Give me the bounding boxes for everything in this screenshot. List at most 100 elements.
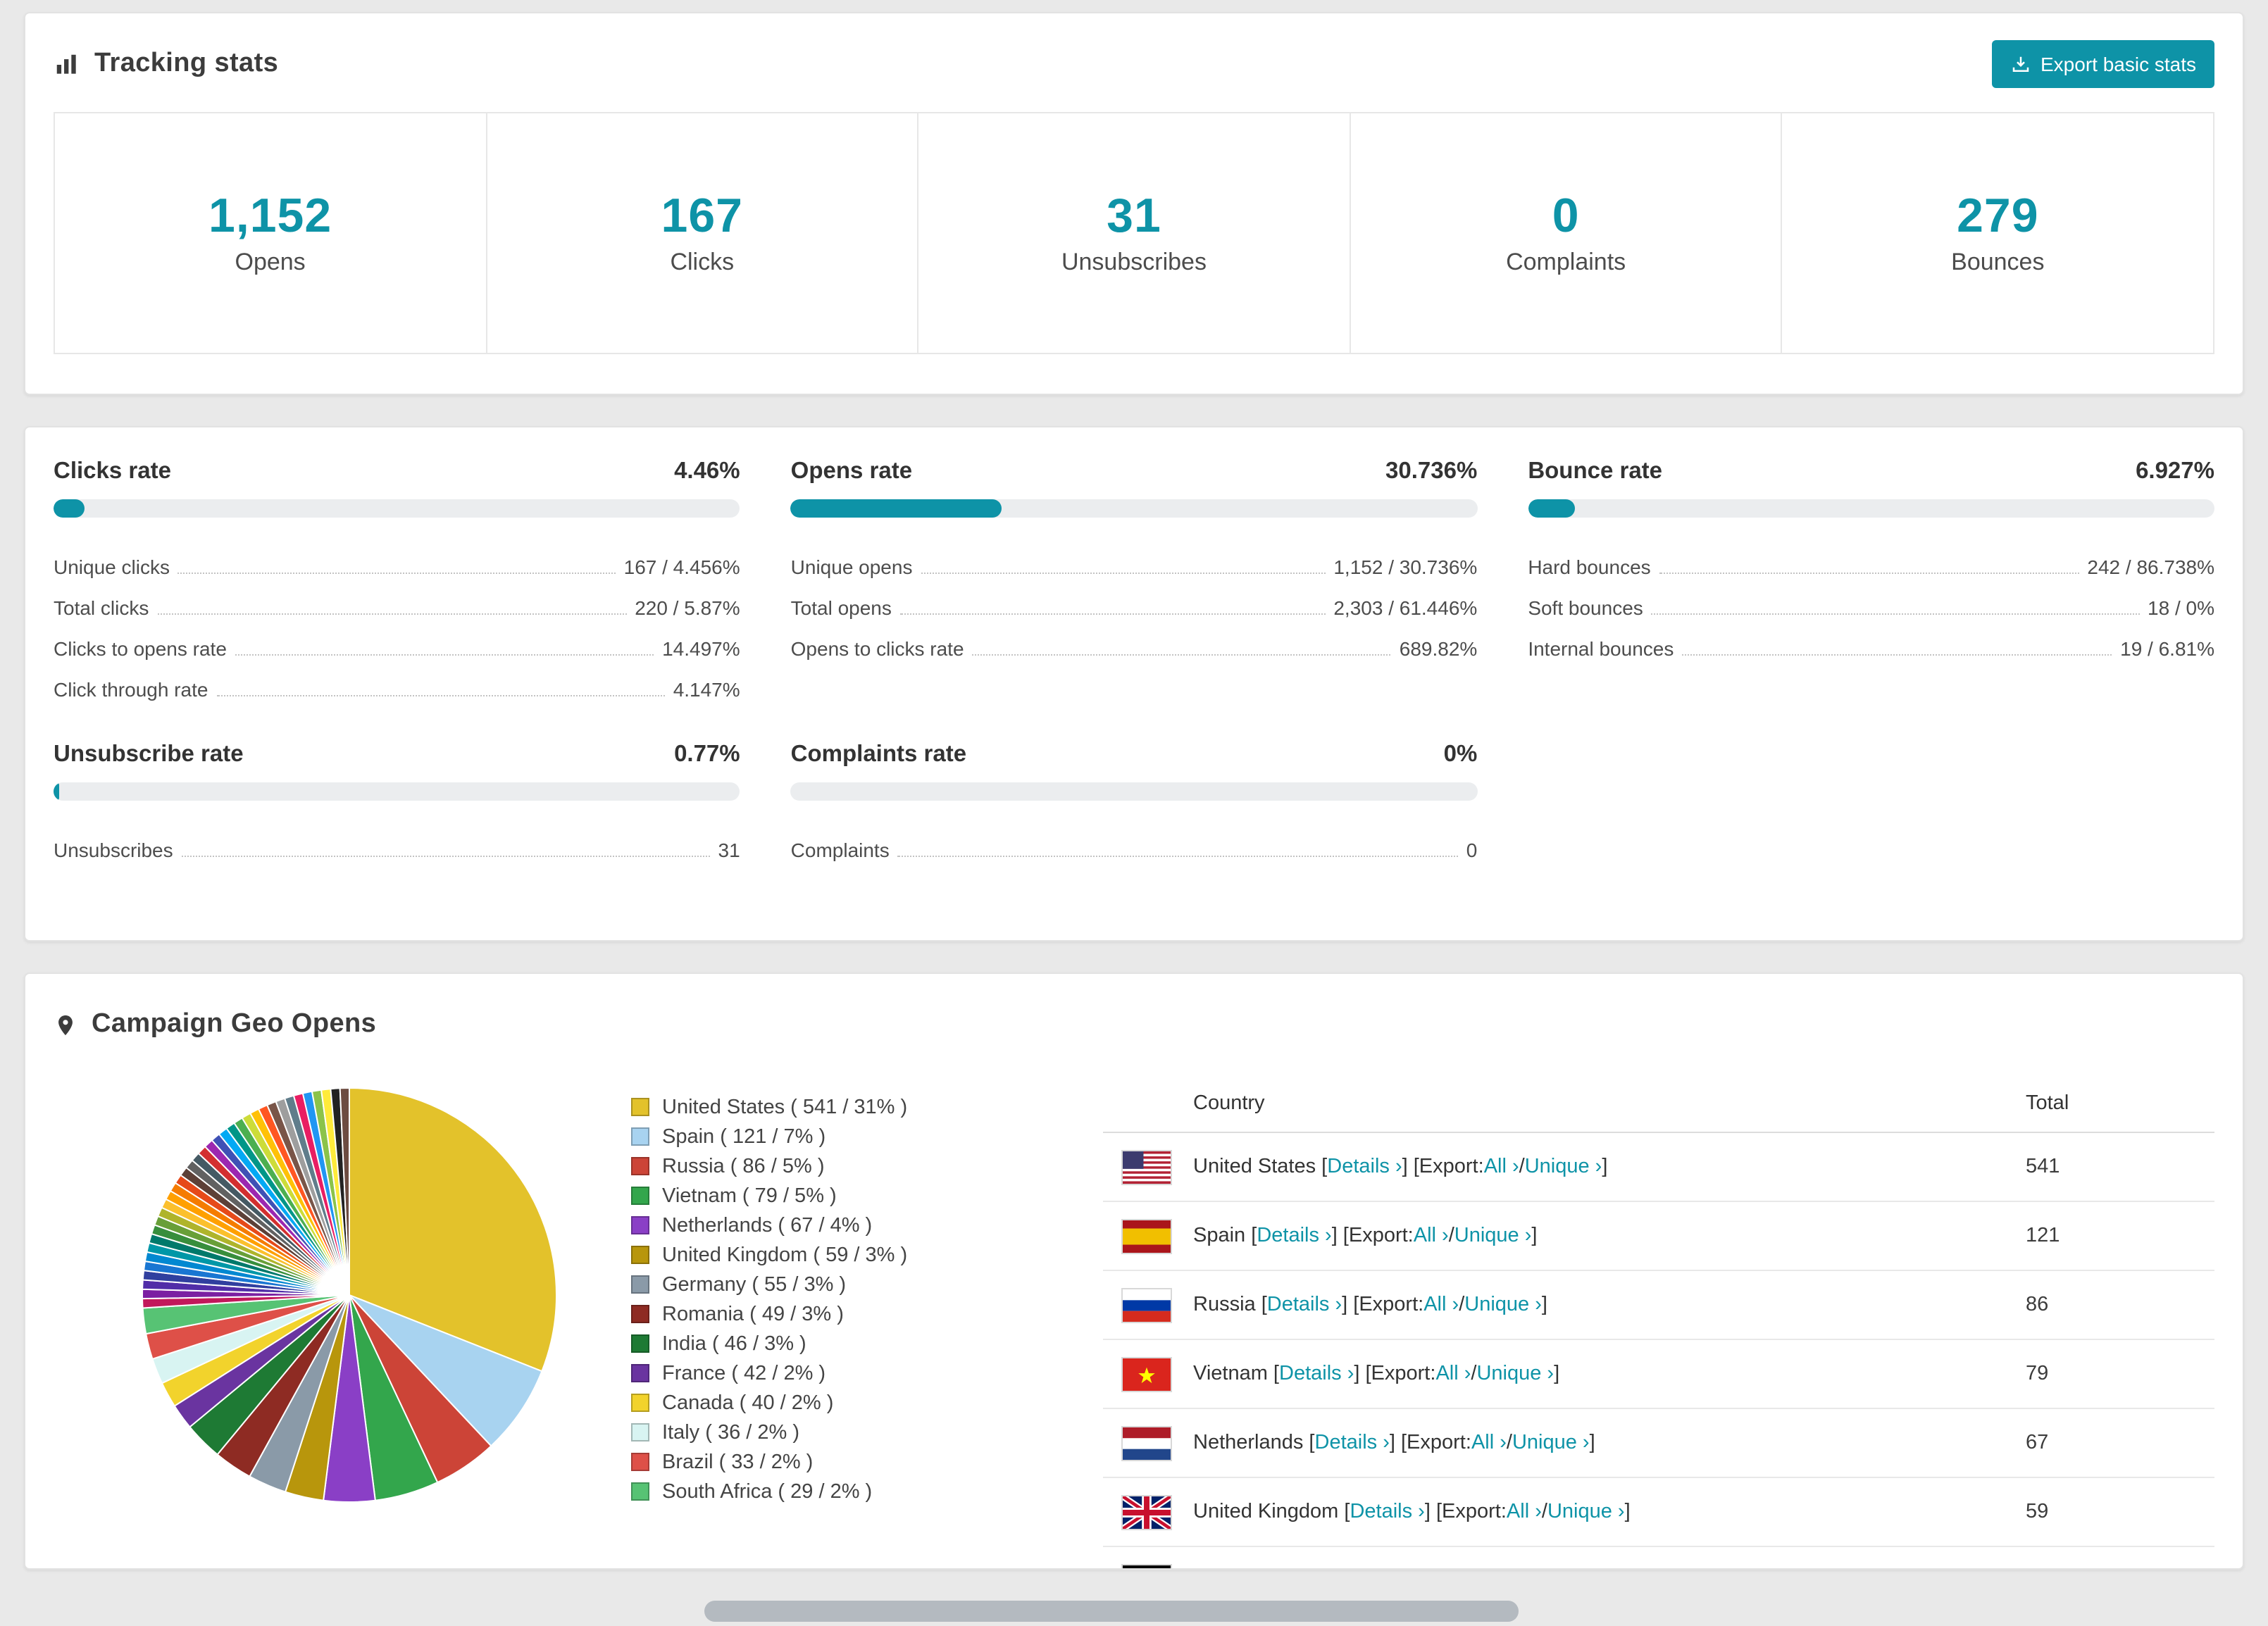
export-all-link[interactable]: All › — [1423, 1294, 1459, 1316]
country-cell: Spain [Details ›] [Export: All › / Uniqu… — [1121, 1218, 2026, 1253]
progress-bar — [790, 782, 1478, 801]
flag-icon-gb — [1121, 1494, 1172, 1530]
stat-row-value: 18 / 0% — [2148, 596, 2214, 618]
stat-row-value: 242 / 86.738% — [2087, 555, 2214, 577]
stat-row-label: Hard bounces — [1528, 555, 1651, 577]
stat-label: Unsubscribes — [1061, 249, 1207, 276]
legend-item-russia: Russia ( 86 / 5% ) — [631, 1151, 1103, 1181]
legend-swatch — [631, 1423, 649, 1441]
legend-swatch — [631, 1216, 649, 1234]
stat-row: Unique opens 1,152 / 30.736% — [791, 539, 1478, 580]
export-unique-link[interactable]: Unique › — [1476, 1363, 1554, 1385]
country-name: United States — [1193, 1156, 1316, 1178]
export-basic-stats-button[interactable]: Export basic stats — [1991, 40, 2214, 88]
export-unique-link[interactable]: Unique › — [1547, 1501, 1625, 1523]
export-unique-link[interactable]: Unique › — [1525, 1156, 1602, 1178]
legend-label: India ( 46 / 3% ) — [662, 1332, 806, 1355]
legend-swatch — [631, 1187, 649, 1205]
stat-row-value: 4.147% — [673, 677, 740, 700]
geo-row-russia: Russia [Details ›] [Export: All › / Uniq… — [1103, 1271, 2214, 1340]
details-link[interactable]: Details › — [1267, 1294, 1342, 1316]
geo-row-vietnam: Vietnam [Details ›] [Export: All › / Uni… — [1103, 1340, 2214, 1409]
legend-swatch — [631, 1127, 649, 1146]
country-cell: Russia [Details ›] [Export: All › / Uniq… — [1121, 1287, 2026, 1322]
export-unique-link[interactable]: Unique › — [1512, 1432, 1590, 1454]
details-link[interactable]: Details › — [1257, 1225, 1331, 1247]
rate-title: Bounce rate — [1528, 458, 1663, 484]
stat-row-label: Unsubscribes — [54, 838, 173, 861]
legend-label: Vietnam ( 79 / 5% ) — [662, 1184, 837, 1207]
stat-row-label: Soft bounces — [1528, 596, 1643, 618]
stat-row: Soft bounces 18 / 0% — [1528, 580, 2214, 620]
stat-row: Complaints 0 — [791, 822, 1478, 863]
export-all-link[interactable]: All › — [1507, 1501, 1542, 1523]
rate-value: 0.77% — [674, 742, 740, 767]
progress-bar — [1528, 499, 2214, 518]
stat-row: Hard bounces 242 / 86.738% — [1528, 539, 2214, 580]
export-icon — [2010, 54, 2031, 75]
details-link[interactable]: Details › — [1315, 1432, 1390, 1454]
country-name: Netherlands — [1193, 1432, 1304, 1454]
geo-title: Campaign Geo Opens — [92, 1009, 377, 1039]
stat-row-label: Complaints — [790, 838, 890, 861]
stat-row: Clicks to opens rate 14.497% — [54, 620, 740, 661]
flag-icon-vn — [1121, 1356, 1172, 1392]
rates-grid-bottom: Unsubscribe rate 0.77% Unsubscribes 31 Compl… — [54, 739, 2214, 863]
legend-label: Canada ( 40 / 2% ) — [662, 1392, 834, 1414]
stat-value: 1,152 — [208, 189, 332, 243]
export-all-link[interactable]: All › — [1414, 1225, 1449, 1247]
legend-item-vietnam: Vietnam ( 79 / 5% ) — [631, 1181, 1103, 1211]
rate-block-unsubscribe-rate: Unsubscribe rate 0.77% Unsubscribes 31 — [54, 739, 740, 863]
legend-item-italy: Italy ( 36 / 2% ) — [631, 1418, 1103, 1447]
legend-swatch — [631, 1364, 649, 1382]
total-cell: 86 — [2026, 1294, 2049, 1316]
progress-bar — [54, 499, 740, 518]
export-all-link[interactable]: All › — [1471, 1432, 1507, 1454]
legend-swatch — [631, 1482, 649, 1501]
stat-bounces: 279 Bounces — [1783, 113, 2213, 353]
map-pin-icon — [54, 1013, 77, 1037]
dotted-leader — [1682, 654, 2112, 656]
stat-row-label: Opens to clicks rate — [790, 637, 964, 659]
stats-row: 1,152 Opens 167 Clicks 31 Unsubscribes 0 Compla… — [54, 112, 2214, 354]
rates-card: Clicks rate 4.46% Unique clicks 167 / 4.456… — [24, 426, 2244, 942]
legend-item-romania: Romania ( 49 / 3% ) — [631, 1299, 1103, 1329]
details-link[interactable]: Details › — [1327, 1156, 1402, 1178]
stat-row: Click through rate 4.147% — [54, 661, 740, 702]
country-cell: Germany [Details ›] [Export: All › / Uni… — [1121, 1563, 2026, 1568]
legend-item-france: France ( 42 / 2% ) — [631, 1358, 1103, 1388]
dotted-leader — [921, 573, 1326, 574]
legend-item-netherlands: Netherlands ( 67 / 4% ) — [631, 1211, 1103, 1240]
details-link[interactable]: Details › — [1279, 1363, 1354, 1385]
campaign-geo-opens-card: Campaign Geo Opens United States ( 541 /… — [24, 973, 2244, 1570]
flag-icon-de — [1121, 1563, 1172, 1568]
legend-swatch — [631, 1246, 649, 1264]
legend-swatch — [631, 1305, 649, 1323]
export-all-link[interactable]: All › — [1484, 1156, 1519, 1178]
country-name: United Kingdom — [1193, 1501, 1339, 1523]
stat-opens: 1,152 Opens — [55, 113, 487, 353]
stat-label: Bounces — [1951, 249, 2045, 276]
geo-table: Country Total United States [Details ›] … — [1103, 1075, 2214, 1568]
dotted-leader — [1659, 573, 2079, 574]
legend-label: Germany ( 55 / 3% ) — [662, 1273, 847, 1296]
pie-chart-svg — [142, 1087, 558, 1503]
progress-bar — [790, 499, 1478, 518]
rate-block-opens-rate: Opens rate 30.736% Unique opens 1,152 / 30.… — [790, 456, 1478, 702]
details-link[interactable]: Details › — [1350, 1501, 1424, 1523]
geo-row-germany: Germany [Details ›] [Export: All › / Uni… — [1103, 1547, 2214, 1568]
export-all-link[interactable]: All › — [1435, 1363, 1471, 1385]
stat-label: Complaints — [1506, 249, 1626, 276]
stat-unsubscribes: 31 Unsubscribes — [918, 113, 1351, 353]
stat-row-value: 14.497% — [662, 637, 740, 659]
horizontal-scrollbar[interactable] — [704, 1601, 1519, 1622]
legend-item-spain: Spain ( 121 / 7% ) — [631, 1122, 1103, 1151]
stat-row-value: 19 / 6.81% — [2120, 637, 2214, 659]
progress-fill — [790, 499, 1002, 518]
stat-row: Unique clicks 167 / 4.456% — [54, 539, 740, 580]
legend-swatch — [631, 1157, 649, 1175]
stat-row: Internal bounces 19 / 6.81% — [1528, 620, 2214, 661]
progress-fill — [54, 782, 59, 801]
export-unique-link[interactable]: Unique › — [1454, 1225, 1532, 1247]
export-unique-link[interactable]: Unique › — [1464, 1294, 1542, 1316]
